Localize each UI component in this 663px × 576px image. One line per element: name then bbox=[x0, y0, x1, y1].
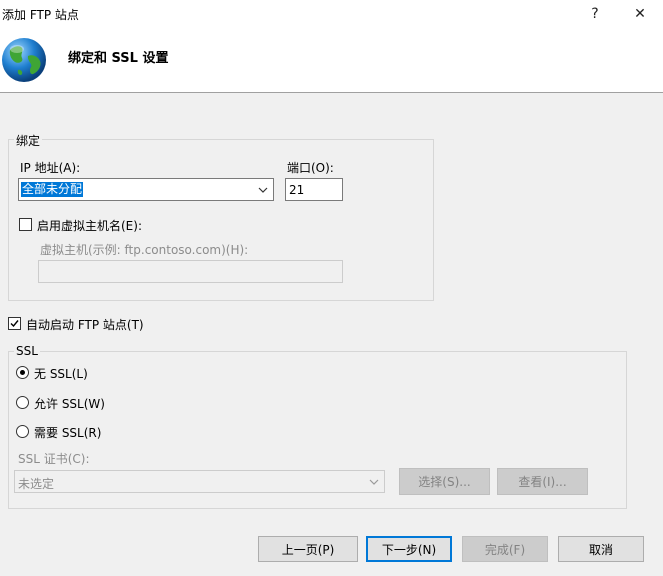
ssl-cert-value: 未选定 bbox=[18, 477, 55, 491]
ssl-require-label: 需要 SSL(R) bbox=[34, 426, 102, 440]
page-title: 绑定和 SSL 设置 bbox=[68, 51, 169, 66]
autostart-checkbox[interactable] bbox=[8, 317, 21, 330]
ssl-require-radio[interactable] bbox=[16, 425, 29, 438]
view-cert-button[interactable]: 查看(I)... bbox=[497, 468, 588, 495]
ip-address-select[interactable]: 全部未分配 bbox=[18, 178, 274, 201]
ssl-none-radio[interactable] bbox=[16, 366, 29, 379]
help-icon: ? bbox=[591, 6, 599, 22]
globe-icon bbox=[2, 38, 46, 82]
wizard-header: 绑定和 SSL 设置 bbox=[0, 28, 663, 93]
ssl-cert-label: SSL 证书(C): bbox=[18, 452, 90, 466]
chevron-down-icon bbox=[258, 187, 268, 193]
ssl-none-label: 无 SSL(L) bbox=[34, 367, 88, 381]
enable-vhost-checkbox[interactable] bbox=[19, 218, 32, 231]
close-icon: ✕ bbox=[634, 6, 646, 22]
enable-vhost-label: 启用虚拟主机名(E): bbox=[37, 219, 142, 233]
ssl-allow-label: 允许 SSL(W) bbox=[34, 397, 105, 411]
next-button[interactable]: 下一步(N) bbox=[366, 536, 452, 562]
binding-legend: 绑定 bbox=[14, 132, 43, 149]
port-label: 端口(O): bbox=[287, 161, 334, 175]
help-button[interactable]: ? bbox=[576, 0, 614, 28]
ssl-cert-select[interactable]: 未选定 bbox=[14, 470, 385, 493]
port-value: 21 bbox=[289, 183, 305, 197]
ssl-allow-radio[interactable] bbox=[16, 396, 29, 409]
ssl-legend: SSL bbox=[14, 344, 40, 358]
check-icon bbox=[10, 320, 19, 328]
vhost-label: 虚拟主机(示例: ftp.contoso.com)(H): bbox=[40, 243, 249, 257]
autostart-label: 自动启动 FTP 站点(T) bbox=[26, 318, 144, 332]
window-title: 添加 FTP 站点 bbox=[2, 8, 79, 22]
port-input[interactable]: 21 bbox=[285, 178, 343, 201]
close-button[interactable]: ✕ bbox=[621, 0, 659, 28]
chevron-down-icon bbox=[369, 479, 379, 485]
finish-button[interactable]: 完成(F) bbox=[462, 536, 548, 562]
ip-address-value: 全部未分配 bbox=[21, 182, 84, 197]
title-bar: 添加 FTP 站点 ? ✕ bbox=[0, 0, 663, 28]
prev-button[interactable]: 上一页(P) bbox=[258, 536, 358, 562]
radio-dot bbox=[20, 370, 25, 375]
cancel-button[interactable]: 取消 bbox=[558, 536, 644, 562]
select-cert-button[interactable]: 选择(S)... bbox=[399, 468, 490, 495]
ip-address-label: IP 地址(A): bbox=[20, 161, 81, 175]
vhost-input[interactable] bbox=[38, 260, 343, 283]
